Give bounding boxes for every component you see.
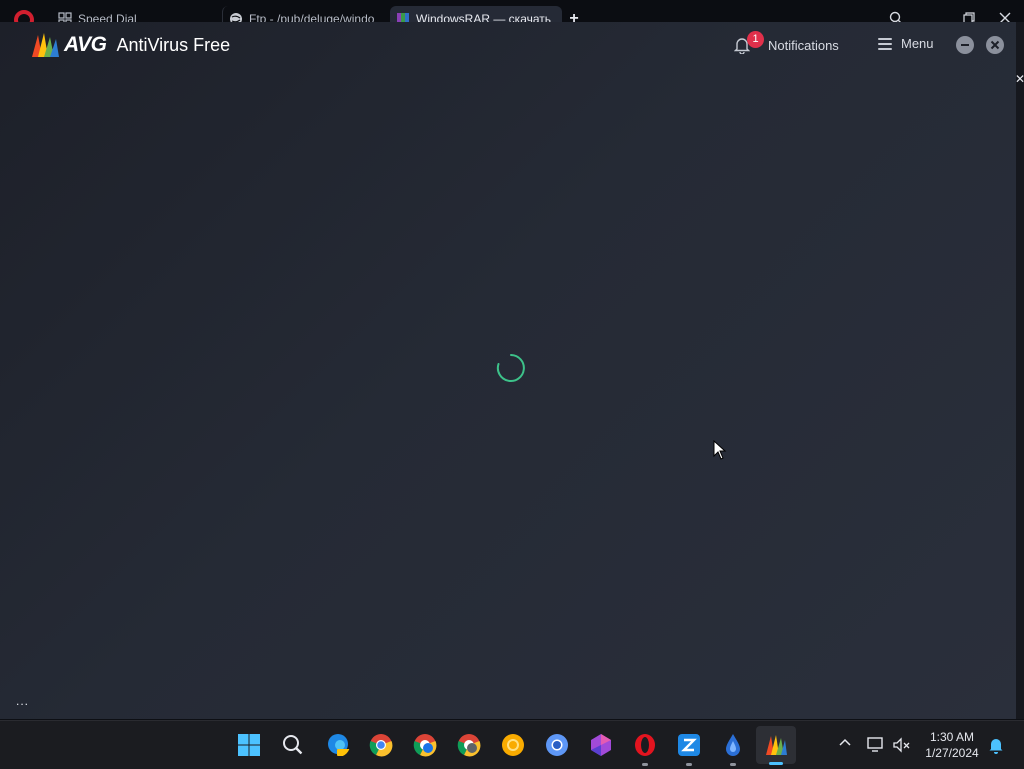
active-indicator: [769, 762, 783, 765]
clock[interactable]: 1:30 AM 1/27/2024: [916, 729, 988, 761]
chrome-canary-icon[interactable]: [501, 733, 525, 757]
chevron-up-icon[interactable]: [838, 736, 852, 750]
opera-icon[interactable]: [633, 733, 657, 757]
chrome-icon[interactable]: [369, 733, 393, 757]
edge-beta-icon[interactable]: [326, 733, 350, 757]
minimize-icon: [961, 44, 969, 46]
avg-logo: AVG AntiVirus Free: [30, 31, 230, 59]
zoom-icon[interactable]: [677, 733, 701, 757]
menu-button[interactable]: Menu: [878, 36, 934, 51]
clock-date: 1/27/2024: [925, 746, 979, 760]
side-panel-close-icon[interactable]: ✕: [1015, 72, 1024, 86]
taskbar: 1:30 AM 1/27/2024: [0, 720, 1024, 769]
close-icon: [990, 40, 1000, 50]
chrome-beta-icon[interactable]: [413, 733, 437, 757]
running-indicator: [686, 763, 692, 766]
avg-header: AVG AntiVirus Free Notifications 1 Menu: [0, 22, 1016, 70]
search-icon[interactable]: [281, 733, 305, 757]
minimize-button[interactable]: [956, 36, 974, 54]
clock-time: 1:30 AM: [929, 730, 975, 744]
running-indicator: [730, 763, 736, 766]
side-panel-edge: [1016, 22, 1024, 719]
running-indicator: [642, 763, 648, 766]
start-icon[interactable]: [237, 733, 261, 757]
notifications-count-badge: 1: [747, 31, 764, 48]
notifications-label: Notifications: [768, 37, 839, 53]
chromium-icon[interactable]: [545, 733, 569, 757]
loading-spinner-icon: [496, 354, 525, 382]
avg-antivirus-window: AVG AntiVirus Free Notifications 1 Menu …: [0, 22, 1016, 719]
mouse-cursor-icon: [713, 440, 727, 460]
network-icon[interactable]: [866, 736, 886, 754]
volume-muted-icon[interactable]: [892, 736, 912, 754]
notification-bell-icon[interactable]: [988, 736, 1004, 754]
hamburger-icon: [878, 37, 892, 50]
avg-logo-icon: [32, 33, 59, 57]
deluge-icon[interactable]: [721, 733, 745, 757]
avg-icon[interactable]: [764, 733, 788, 757]
menu-label: Menu: [901, 36, 934, 51]
gem-app-icon[interactable]: [589, 733, 613, 757]
chrome-dev-icon[interactable]: [457, 733, 481, 757]
close-button[interactable]: [986, 36, 1004, 54]
avg-product-name: AntiVirus Free: [116, 34, 231, 55]
avg-brand-name: AVG: [64, 33, 107, 56]
more-options-icon[interactable]: ...: [16, 694, 29, 708]
